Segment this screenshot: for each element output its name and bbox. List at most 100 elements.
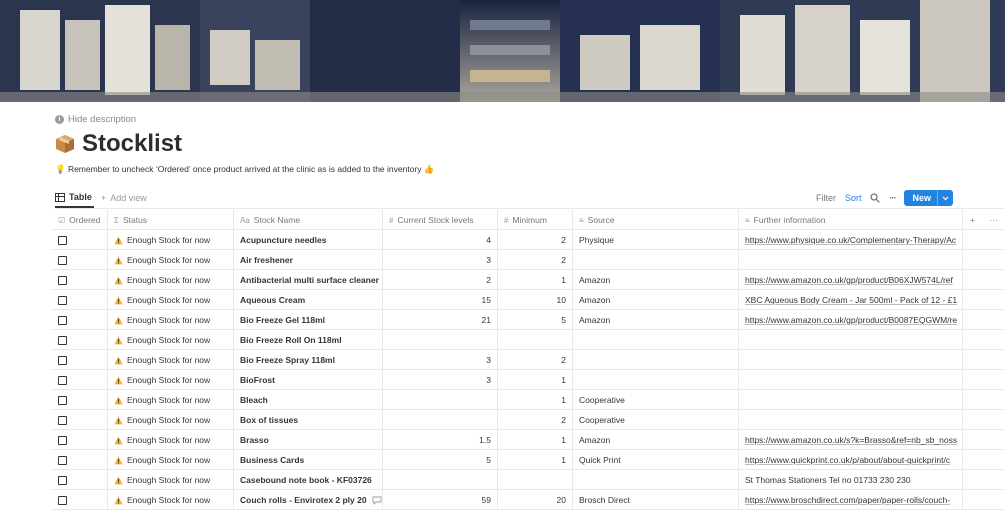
- further-information-value[interactable]: https://www.quickprint.co.uk/p/about/abo…: [745, 455, 950, 465]
- minimum-cell[interactable]: 2: [498, 410, 573, 430]
- current-stock-cell[interactable]: 3: [383, 350, 498, 370]
- table-row[interactable]: Enough Stock for now Box of tissues 2 Coope…: [52, 410, 1005, 430]
- minimum-cell[interactable]: 5: [498, 310, 573, 330]
- stock-name-cell[interactable]: Bleach: [234, 390, 383, 410]
- ordered-checkbox[interactable]: [58, 375, 67, 385]
- ordered-cell[interactable]: [52, 350, 108, 370]
- current-stock-cell[interactable]: 15: [383, 290, 498, 310]
- ordered-checkbox[interactable]: [58, 475, 67, 485]
- further-information-value[interactable]: https://www.amazon.co.uk/gp/product/B06X…: [745, 275, 953, 285]
- table-row[interactable]: Enough Stock for now Casebound note book …: [52, 470, 1005, 490]
- further-information-cell[interactable]: https://www.broschdirect.com/paper/paper…: [739, 490, 963, 510]
- tab-table[interactable]: Table: [55, 188, 94, 208]
- column-header-minimum[interactable]: # Minimum: [498, 210, 573, 230]
- ordered-cell[interactable]: [52, 330, 108, 350]
- minimum-cell[interactable]: 2: [498, 250, 573, 270]
- source-cell[interactable]: [573, 350, 739, 370]
- current-stock-cell[interactable]: 5: [383, 450, 498, 470]
- minimum-cell[interactable]: [498, 330, 573, 350]
- ordered-checkbox[interactable]: [58, 335, 67, 345]
- ordered-cell[interactable]: [52, 410, 108, 430]
- current-stock-cell[interactable]: [383, 330, 498, 350]
- further-information-cell[interactable]: [739, 390, 963, 410]
- ordered-cell[interactable]: [52, 270, 108, 290]
- filter-button[interactable]: Filter: [816, 193, 836, 203]
- source-cell[interactable]: [573, 330, 739, 350]
- source-cell[interactable]: [573, 370, 739, 390]
- ordered-checkbox[interactable]: [58, 495, 67, 505]
- stock-name-cell[interactable]: Aqueous Cream: [234, 290, 383, 310]
- ordered-checkbox[interactable]: [58, 235, 67, 245]
- ordered-cell[interactable]: [52, 470, 108, 490]
- ordered-checkbox[interactable]: [58, 415, 67, 425]
- table-row[interactable]: Enough Stock for now Business Cards 5 1 Quic…: [52, 450, 1005, 470]
- stock-name-cell[interactable]: Brasso: [234, 430, 383, 450]
- further-information-cell[interactable]: https://www.physique.co.uk/Complementary…: [739, 230, 963, 250]
- column-header-source[interactable]: ≡ Source: [573, 210, 739, 230]
- ordered-checkbox[interactable]: [58, 275, 67, 285]
- new-button[interactable]: New: [904, 190, 953, 206]
- stock-name-cell[interactable]: Casebound note book - KF03726: [234, 470, 383, 490]
- ordered-checkbox[interactable]: [58, 455, 67, 465]
- column-header-current-stock[interactable]: # Current Stock levels: [383, 210, 498, 230]
- current-stock-cell[interactable]: 21: [383, 310, 498, 330]
- sort-button[interactable]: Sort: [845, 193, 862, 203]
- table-row[interactable]: Enough Stock for now Acupuncture needles 4…: [52, 230, 1005, 250]
- source-cell[interactable]: Cooperative: [573, 390, 739, 410]
- ordered-cell[interactable]: [52, 230, 108, 250]
- more-options-icon[interactable]: ···: [989, 215, 998, 225]
- ordered-checkbox[interactable]: [58, 315, 67, 325]
- ordered-cell[interactable]: [52, 450, 108, 470]
- table-row[interactable]: Enough Stock for now Couch rolls - Enviro…: [52, 490, 1005, 510]
- table-row[interactable]: Enough Stock for now Bleach 1 Cooperative: [52, 390, 1005, 410]
- ordered-checkbox[interactable]: [58, 355, 67, 365]
- stock-name-cell[interactable]: Acupuncture needles: [234, 230, 383, 250]
- further-information-cell[interactable]: XBC Aqueous Body Cream - Jar 500ml - Pac…: [739, 290, 963, 310]
- further-information-cell[interactable]: [739, 370, 963, 390]
- current-stock-cell[interactable]: 3: [383, 370, 498, 390]
- further-information-cell[interactable]: https://www.amazon.co.uk/gp/product/B06X…: [739, 270, 963, 290]
- source-cell[interactable]: Amazon: [573, 290, 739, 310]
- stock-name-cell[interactable]: Business Cards: [234, 450, 383, 470]
- current-stock-cell[interactable]: [383, 470, 498, 490]
- ordered-cell[interactable]: [52, 490, 108, 510]
- chevron-down-icon[interactable]: [937, 190, 953, 206]
- ordered-checkbox[interactable]: [58, 435, 67, 445]
- current-stock-cell[interactable]: [383, 410, 498, 430]
- minimum-cell[interactable]: 1: [498, 450, 573, 470]
- search-icon[interactable]: [870, 193, 881, 203]
- ordered-checkbox[interactable]: [58, 295, 67, 305]
- current-stock-cell[interactable]: 2: [383, 270, 498, 290]
- ordered-cell[interactable]: [52, 370, 108, 390]
- current-stock-cell[interactable]: 4: [383, 230, 498, 250]
- comment-icon[interactable]: [372, 496, 382, 505]
- minimum-cell[interactable]: 2: [498, 350, 573, 370]
- further-information-cell[interactable]: https://www.amazon.co.uk/gp/product/B008…: [739, 310, 963, 330]
- source-cell[interactable]: Amazon: [573, 430, 739, 450]
- minimum-cell[interactable]: 10: [498, 290, 573, 310]
- table-row[interactable]: Enough Stock for now Brasso 1.5 1 Amazon http…: [52, 430, 1005, 450]
- add-property-icon[interactable]: +: [970, 215, 975, 225]
- stock-name-cell[interactable]: BioFrost: [234, 370, 383, 390]
- ordered-cell[interactable]: [52, 250, 108, 270]
- stock-name-cell[interactable]: Bio Freeze Spray 118ml: [234, 350, 383, 370]
- further-information-value[interactable]: https://www.broschdirect.com/paper/paper…: [745, 495, 950, 505]
- stock-name-cell[interactable]: Antibacterial multi surface cleaner: [234, 270, 383, 290]
- ordered-cell[interactable]: [52, 310, 108, 330]
- further-information-cell[interactable]: [739, 330, 963, 350]
- column-header-further-information[interactable]: ≡ Further information: [739, 210, 963, 230]
- hide-description-button[interactable]: i Hide description: [55, 114, 136, 125]
- further-information-cell[interactable]: https://www.quickprint.co.uk/p/about/abo…: [739, 450, 963, 470]
- table-row[interactable]: Enough Stock for now Bio Freeze Roll On 1…: [52, 330, 1005, 350]
- stock-name-cell[interactable]: Bio Freeze Gel 118ml: [234, 310, 383, 330]
- minimum-cell[interactable]: [498, 470, 573, 490]
- table-row[interactable]: Enough Stock for now Aqueous Cream 15 10 Ama…: [52, 290, 1005, 310]
- ordered-checkbox[interactable]: [58, 395, 67, 405]
- more-options-icon[interactable]: ···: [889, 193, 896, 203]
- stock-name-cell[interactable]: Couch rolls - Envirotex 2 ply 20: [234, 490, 383, 510]
- minimum-cell[interactable]: 1: [498, 390, 573, 410]
- minimum-cell[interactable]: 1: [498, 430, 573, 450]
- minimum-cell[interactable]: 2: [498, 230, 573, 250]
- source-cell[interactable]: Cooperative: [573, 410, 739, 430]
- source-cell[interactable]: Brosch Direct: [573, 490, 739, 510]
